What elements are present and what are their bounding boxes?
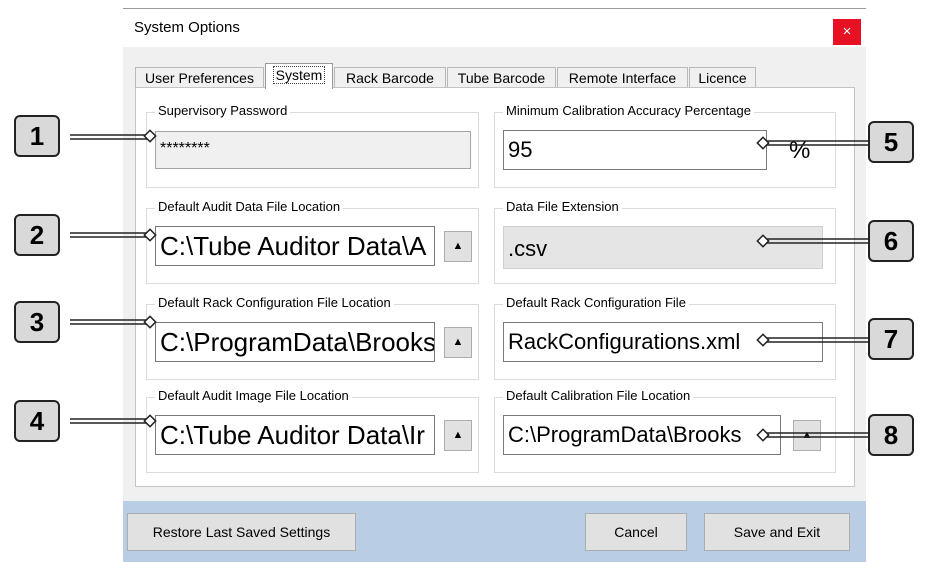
save-and-exit-button[interactable]: Save and Exit bbox=[704, 513, 850, 551]
audit-data-location-group: Default Audit Data File Location C:\Tube… bbox=[146, 199, 479, 284]
calibration-location-group: Default Calibration File Location C:\Pro… bbox=[494, 388, 836, 473]
rack-config-file-label: Default Rack Configuration File bbox=[503, 295, 689, 310]
percent-unit: % bbox=[789, 137, 811, 164]
dialog-footer: Restore Last Saved Settings Cancel Save … bbox=[123, 501, 866, 562]
rack-config-location-group: Default Rack Configuration File Location… bbox=[146, 295, 479, 380]
audit-data-location-label: Default Audit Data File Location bbox=[155, 199, 344, 214]
callout-2: 2 bbox=[14, 214, 60, 256]
calibration-browse-button[interactable]: ▲ bbox=[793, 420, 821, 451]
audit-image-location-group: Default Audit Image File Location C:\Tub… bbox=[146, 388, 479, 473]
data-file-extension-group: Data File Extension .csv bbox=[494, 199, 836, 284]
callout-8: 8 bbox=[868, 414, 914, 456]
min-calibration-label: Minimum Calibration Accuracy Percentage bbox=[503, 103, 754, 118]
callout-1: 1 bbox=[14, 115, 60, 157]
restore-settings-button[interactable]: Restore Last Saved Settings bbox=[127, 513, 356, 551]
callout-4: 4 bbox=[14, 400, 60, 442]
title-bar: System Options × bbox=[123, 9, 866, 47]
rack-config-location-input[interactable]: C:\ProgramData\Brooks bbox=[155, 322, 435, 362]
audit-image-location-input[interactable]: C:\Tube Auditor Data\Ir bbox=[155, 415, 435, 455]
tab-user-preferences[interactable]: User Preferences bbox=[135, 67, 264, 88]
rack-config-browse-button[interactable]: ▲ bbox=[444, 327, 472, 358]
audit-data-location-input[interactable]: C:\Tube Auditor Data\A bbox=[155, 226, 435, 266]
tab-licence[interactable]: Licence bbox=[689, 67, 756, 88]
callout-7: 7 bbox=[868, 318, 914, 360]
system-options-dialog: System Options × User Preferences System… bbox=[123, 8, 866, 562]
tab-tube-barcode[interactable]: Tube Barcode bbox=[447, 67, 556, 88]
tab-system[interactable]: System bbox=[265, 63, 333, 89]
calibration-location-input[interactable]: C:\ProgramData\Brooks bbox=[503, 415, 781, 455]
cancel-button[interactable]: Cancel bbox=[585, 513, 687, 551]
audit-image-location-label: Default Audit Image File Location bbox=[155, 388, 352, 403]
tab-rack-barcode[interactable]: Rack Barcode bbox=[334, 67, 446, 88]
min-calibration-group: Minimum Calibration Accuracy Percentage … bbox=[494, 103, 836, 188]
supervisory-password-label: Supervisory Password bbox=[155, 103, 291, 118]
rack-config-location-label: Default Rack Configuration File Location bbox=[155, 295, 394, 310]
supervisory-password-field[interactable]: ******** bbox=[155, 131, 471, 169]
window-title: System Options bbox=[134, 19, 240, 36]
callout-3: 3 bbox=[14, 301, 60, 343]
callout-6: 6 bbox=[868, 220, 914, 262]
supervisory-password-group: Supervisory Password ******** bbox=[146, 103, 479, 188]
system-tab-panel: Supervisory Password ******** Minimum Ca… bbox=[135, 87, 855, 487]
rack-config-file-input[interactable]: RackConfigurations.xml bbox=[503, 322, 823, 362]
min-calibration-input[interactable]: 95 bbox=[503, 130, 767, 170]
calibration-location-label: Default Calibration File Location bbox=[503, 388, 694, 403]
callout-5: 5 bbox=[868, 121, 914, 163]
audit-image-browse-button[interactable]: ▲ bbox=[444, 420, 472, 451]
audit-data-browse-button[interactable]: ▲ bbox=[444, 231, 472, 262]
data-file-extension-select[interactable]: .csv bbox=[503, 226, 823, 269]
close-button[interactable]: × bbox=[833, 19, 861, 45]
tab-remote-interface[interactable]: Remote Interface bbox=[557, 67, 688, 88]
rack-config-file-group: Default Rack Configuration File RackConf… bbox=[494, 295, 836, 380]
data-file-extension-label: Data File Extension bbox=[503, 199, 622, 214]
